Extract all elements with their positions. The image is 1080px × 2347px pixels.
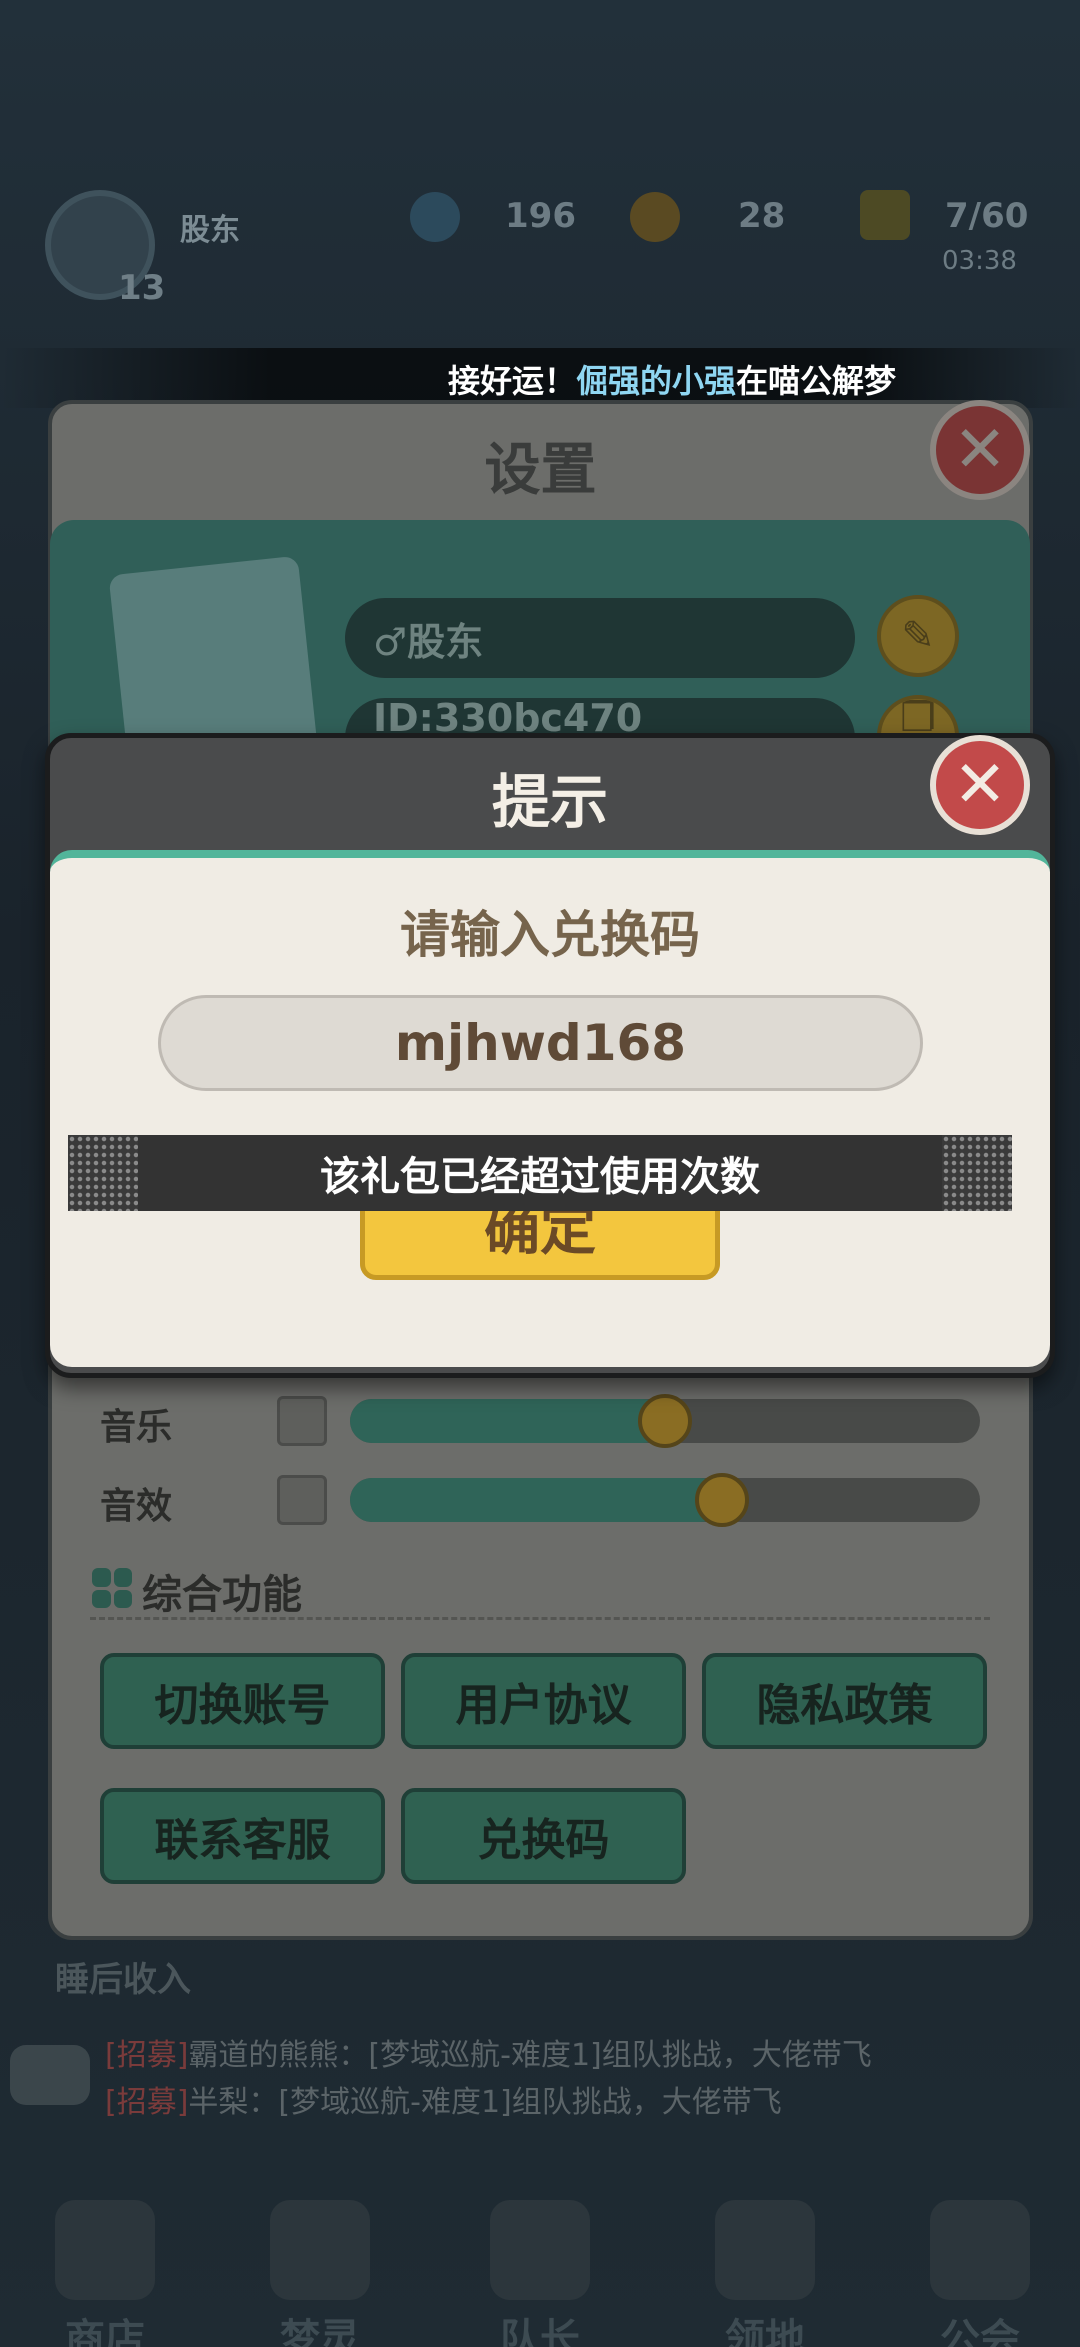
edit-name-button[interactable]: ✎ xyxy=(877,595,959,677)
nav-label: 梦灵 xyxy=(280,2316,360,2347)
features-icon xyxy=(92,1568,132,1608)
chat-line: [招募]半梨：[梦域巡航-难度1]组队挑战，大佬带飞 xyxy=(105,2077,782,2121)
music-checkbox[interactable] xyxy=(277,1396,327,1446)
ticker-suffix: 在喵公解梦 xyxy=(736,362,897,400)
spirit-icon xyxy=(270,2200,370,2300)
sfx-checkbox[interactable] xyxy=(277,1475,327,1525)
nav-spirits[interactable]: 梦灵 xyxy=(260,2200,380,2347)
territory-icon xyxy=(715,2200,815,2300)
close-icon: ✕ xyxy=(953,748,1007,822)
chat-bubble-icon[interactable] xyxy=(10,2045,90,2105)
nav-label: 公会 xyxy=(940,2316,1020,2347)
dialog-close-button[interactable]: ✕ xyxy=(930,735,1030,835)
music-slider-knob[interactable] xyxy=(638,1394,692,1448)
privacy-policy-button[interactable]: 隐私政策 xyxy=(702,1653,987,1749)
music-label: 音乐 xyxy=(100,1407,173,1448)
nav-shop[interactable]: 商店 xyxy=(45,2200,165,2347)
income-label: 睡后收入 xyxy=(55,1960,191,2000)
energy-timer: 03:38 xyxy=(942,246,1017,276)
close-icon: ✕ xyxy=(953,413,1007,487)
player-level: 13 xyxy=(118,268,166,308)
toast-right-edge xyxy=(942,1135,1012,1211)
guild-icon xyxy=(930,2200,1030,2300)
chat-tag: [招募] xyxy=(105,2038,189,2073)
id-field: ID:330bc470 xyxy=(345,698,855,738)
nav-label: 商店 xyxy=(65,2316,145,2347)
sfx-label: 音效 xyxy=(100,1486,173,1527)
section-divider xyxy=(90,1617,990,1620)
section-title: 综合功能 xyxy=(142,1572,302,1618)
nav-label: 队长 xyxy=(500,2316,580,2347)
dialog-prompt: 请输入兑换码 xyxy=(400,906,700,964)
captain-icon xyxy=(490,2200,590,2300)
chat-text: 霸道的熊熊：[梦域巡航-难度1]组队挑战，大佬带飞 xyxy=(188,2038,872,2073)
nav-captain[interactable]: 队长 xyxy=(480,2200,600,2347)
chat-text: 半梨：[梦域巡航-难度1]组队挑战，大佬带飞 xyxy=(188,2085,782,2120)
switch-account-button[interactable]: 切换账号 xyxy=(100,1653,385,1749)
sfx-slider[interactable] xyxy=(350,1478,980,1522)
chat-line: [招募]霸道的熊熊：[梦域巡航-难度1]组队挑战，大佬带飞 xyxy=(105,2030,872,2074)
nav-guild[interactable]: 公会 xyxy=(920,2200,1040,2347)
pencil-icon: ✎ xyxy=(901,613,935,659)
energy-count: 7/60 xyxy=(945,196,1029,236)
music-slider-fill xyxy=(350,1399,665,1443)
settings-title: 设置 xyxy=(484,438,597,503)
settings-close-button[interactable]: ✕ xyxy=(930,400,1030,500)
toast-message: 该礼包已经超过使用次数 xyxy=(68,1135,1012,1211)
toast-left-edge xyxy=(68,1135,138,1211)
coin-count: 28 xyxy=(738,196,786,236)
gem-count: 196 xyxy=(505,196,576,236)
coin-icon xyxy=(630,192,680,242)
player-nickname: 股东 xyxy=(180,213,240,248)
ticker-player: 倔强的小强 xyxy=(576,362,737,400)
ticker-message: 接好运！倔强的小强在喵公解梦 xyxy=(448,356,896,402)
user-agreement-button[interactable]: 用户协议 xyxy=(401,1653,686,1749)
redeem-code-input[interactable]: mjhwd168 xyxy=(158,995,923,1091)
dialog-title: 提示 xyxy=(491,768,608,836)
sfx-slider-fill xyxy=(350,1478,722,1522)
nickname-field: ♂股东 xyxy=(345,598,855,678)
redeem-code-button[interactable]: 兑换码 xyxy=(401,1788,686,1884)
ticker-prefix: 接好运！ xyxy=(448,362,577,400)
energy-icon xyxy=(860,190,910,240)
nav-territory[interactable]: 领地 xyxy=(705,2200,825,2347)
chat-tag: [招募] xyxy=(105,2085,189,2120)
sfx-slider-knob[interactable] xyxy=(695,1473,749,1527)
customer-service-button[interactable]: 联系客服 xyxy=(100,1788,385,1884)
nav-label: 领地 xyxy=(725,2316,805,2347)
shop-icon xyxy=(55,2200,155,2300)
gem-icon xyxy=(410,192,460,242)
